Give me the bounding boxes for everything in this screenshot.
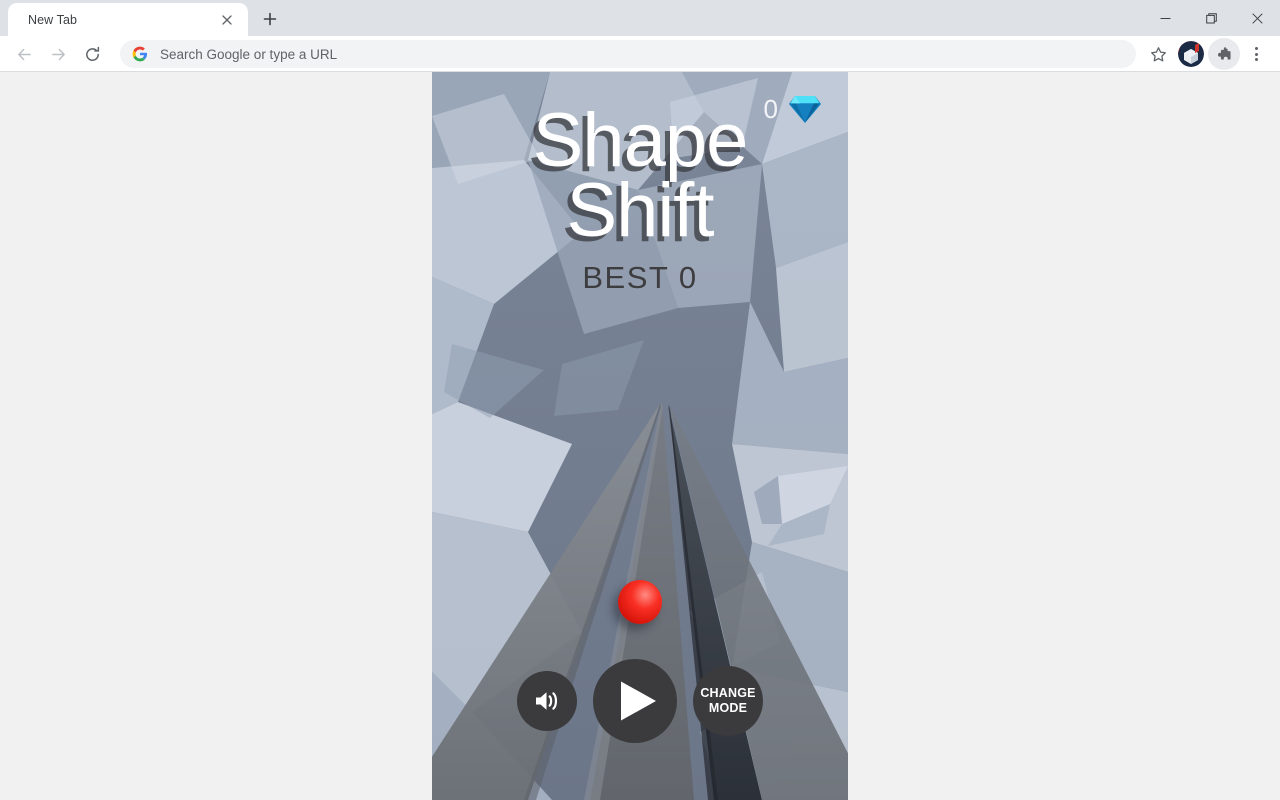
browser-toolbar: Search Google or type a URL (0, 36, 1280, 72)
red-ball (618, 580, 662, 624)
change-mode-line-2: MODE (708, 701, 748, 715)
gem-count-value: 0 (763, 94, 778, 124)
address-bar-placeholder: Search Google or type a URL (160, 46, 338, 62)
play-button[interactable] (593, 659, 677, 743)
address-bar[interactable]: Search Google or type a URL (120, 40, 1136, 68)
toolbar-right-actions (1142, 38, 1272, 70)
maximize-restore-icon[interactable] (1188, 0, 1234, 36)
change-mode-button[interactable]: CHANGE MODE (693, 666, 763, 736)
sound-toggle-button[interactable] (517, 671, 577, 731)
page-viewport: 0 Shape Shift BEST 0 CHANGE MODE (0, 72, 1280, 800)
forward-button[interactable] (42, 38, 74, 70)
game-canvas[interactable]: 0 Shape Shift BEST 0 CHANGE MODE (432, 72, 848, 800)
tab-strip: New Tab (0, 0, 1280, 36)
change-mode-line-1: CHANGE (700, 686, 756, 700)
gem-counter: 0 (764, 94, 822, 124)
window-controls (1142, 0, 1280, 36)
puzzle-piece-icon[interactable] (1208, 38, 1240, 70)
browser-window: New Tab Search Google or type a URL 0 Sh… (0, 0, 1280, 800)
minimize-icon[interactable] (1142, 0, 1188, 36)
diamond-gem-icon (789, 96, 821, 123)
reload-button[interactable] (76, 38, 108, 70)
star-icon[interactable] (1142, 38, 1174, 70)
back-button[interactable] (8, 38, 40, 70)
new-tab-button[interactable] (256, 5, 284, 33)
speaker-on-icon (536, 692, 558, 710)
three-dot-menu-icon[interactable] (1240, 38, 1272, 70)
close-icon[interactable] (1234, 0, 1280, 36)
play-triangle-icon (621, 681, 656, 721)
avatar[interactable] (1178, 41, 1204, 67)
tab-new-tab[interactable]: New Tab (8, 3, 248, 36)
game-button-row: CHANGE MODE (432, 656, 848, 746)
google-g-icon (132, 46, 148, 62)
close-icon[interactable] (216, 9, 238, 31)
tab-title: New Tab (28, 12, 78, 27)
